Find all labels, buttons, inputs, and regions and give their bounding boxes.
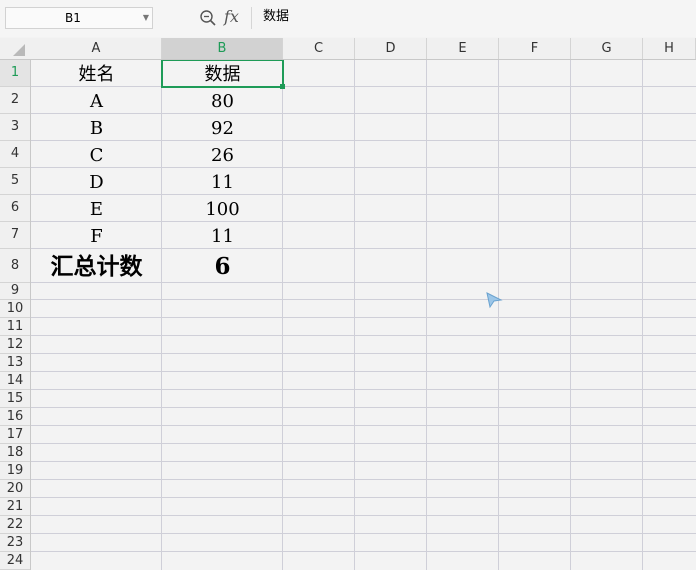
chevron-down-icon[interactable]: ▼ <box>143 8 149 28</box>
zoom-formula-icon[interactable] <box>199 9 217 27</box>
row-header-2[interactable]: 2 <box>0 87 30 114</box>
cell-b7[interactable]: 11 <box>162 222 283 249</box>
column-header-f[interactable]: F <box>499 38 571 59</box>
grid-row-line <box>31 389 696 390</box>
row-header-20[interactable]: 20 <box>0 480 30 498</box>
grid-column-line <box>498 60 499 570</box>
column-header-a[interactable]: A <box>31 38 162 59</box>
cell-b3[interactable]: 92 <box>162 114 283 141</box>
row-header-13[interactable]: 13 <box>0 354 30 372</box>
grid-row-line <box>31 317 696 318</box>
select-all-icon <box>13 44 25 56</box>
grid-row-line <box>31 551 696 552</box>
row-header-1[interactable]: 1 <box>0 60 30 87</box>
column-header-c[interactable]: C <box>283 38 355 59</box>
row-header: 1 2 3 4 5 6 7 8 9 10 11 12 13 14 15 16 17 18 19 20 21 22 23 24 <box>0 60 31 570</box>
row-header-17[interactable]: 17 <box>0 426 30 444</box>
row-header-24[interactable]: 24 <box>0 552 30 570</box>
column-header-b[interactable]: B <box>162 38 283 59</box>
cell-a7[interactable]: F <box>31 222 162 249</box>
column-header: ABCDEFGH <box>0 38 696 60</box>
fill-handle[interactable] <box>280 84 285 89</box>
mouse-cursor-icon <box>486 292 503 309</box>
grid-column-line <box>354 60 355 570</box>
row-header-3[interactable]: 3 <box>0 114 30 141</box>
row-header-16[interactable]: 16 <box>0 408 30 426</box>
grid-row-line <box>31 425 696 426</box>
cell-b6[interactable]: 100 <box>162 195 283 222</box>
cell-b2[interactable]: 80 <box>162 87 283 114</box>
row-header-22[interactable]: 22 <box>0 516 30 534</box>
cell-a2[interactable]: A <box>31 87 162 114</box>
select-all-corner[interactable] <box>0 38 31 59</box>
grid-column-line <box>642 60 643 570</box>
row-header-11[interactable]: 11 <box>0 318 30 336</box>
column-header-h[interactable]: H <box>643 38 696 59</box>
cell-a6[interactable]: E <box>31 195 162 222</box>
grid-row-line <box>31 353 696 354</box>
row-header-8[interactable]: 8 <box>0 249 30 283</box>
cell-a8[interactable]: 汇总计数 <box>31 249 162 283</box>
grid-column-line <box>570 60 571 570</box>
cell-a3[interactable]: B <box>31 114 162 141</box>
cell-a4[interactable]: C <box>31 141 162 168</box>
row-header-12[interactable]: 12 <box>0 336 30 354</box>
row-header-5[interactable]: 5 <box>0 168 30 195</box>
grid-row-line <box>31 479 696 480</box>
formula-bar: B1 ▼ fx 数据 <box>0 0 696 37</box>
row-header-4[interactable]: 4 <box>0 141 30 168</box>
fx-icon[interactable]: fx <box>224 7 239 26</box>
column-header-g[interactable]: G <box>571 38 643 59</box>
row-header-19[interactable]: 19 <box>0 462 30 480</box>
row-header-21[interactable]: 21 <box>0 498 30 516</box>
row-header-6[interactable]: 6 <box>0 195 30 222</box>
cell-b8[interactable]: 6 <box>162 249 283 283</box>
cell-grid[interactable]: 姓名 数据 A 80 B 92 C 26 D 11 E 100 F 11 汇总计数 6 <box>31 60 696 570</box>
grid-row-line <box>31 515 696 516</box>
grid-row-line <box>31 497 696 498</box>
cell-b5[interactable]: 11 <box>162 168 283 195</box>
grid-row-line <box>31 335 696 336</box>
name-box[interactable]: B1 ▼ <box>5 7 153 29</box>
formula-input[interactable]: 数据 <box>251 7 696 29</box>
name-box-value: B1 <box>65 11 81 25</box>
column-header-e[interactable]: E <box>427 38 499 59</box>
row-header-7[interactable]: 7 <box>0 222 30 249</box>
grid-row-line <box>31 533 696 534</box>
row-header-23[interactable]: 23 <box>0 534 30 552</box>
grid-row-line <box>31 443 696 444</box>
cell-b4[interactable]: 26 <box>162 141 283 168</box>
cell-a1[interactable]: 姓名 <box>31 60 162 87</box>
grid-row-line <box>31 371 696 372</box>
row-header-10[interactable]: 10 <box>0 300 30 318</box>
row-header-18[interactable]: 18 <box>0 444 30 462</box>
row-header-9[interactable]: 9 <box>0 283 30 300</box>
column-header-d[interactable]: D <box>355 38 427 59</box>
grid-row-line <box>31 407 696 408</box>
row-header-15[interactable]: 15 <box>0 390 30 408</box>
row-header-14[interactable]: 14 <box>0 372 30 390</box>
grid-row-line <box>31 461 696 462</box>
cell-a5[interactable]: D <box>31 168 162 195</box>
selection-border <box>161 60 284 88</box>
grid-row-line <box>31 299 696 300</box>
grid-column-line <box>426 60 427 570</box>
